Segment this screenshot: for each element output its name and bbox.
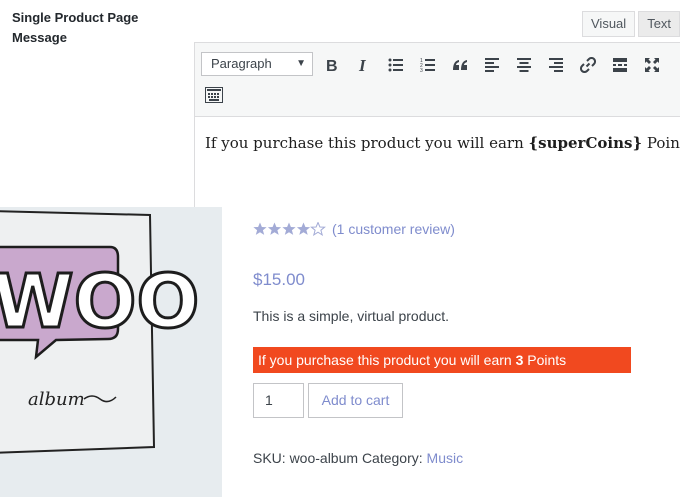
sku-label: SKU: woo-album [253,450,359,466]
earn-prefix: If you purchase this product you will ea… [258,352,516,368]
read-more-icon[interactable] [606,51,634,79]
rating-stars [253,222,327,236]
tab-visual[interactable]: Visual [582,11,636,37]
product-price: $15.00 [253,270,305,289]
format-select[interactable]: Paragraph ▼ [201,52,313,76]
earn-suffix: Points [523,352,567,368]
svg-text:B: B [326,58,338,73]
category-label: Category: [361,450,423,466]
toolbar-toggle-icon[interactable] [200,81,228,109]
product-meta: SKU: woo-album Category: Music [253,450,463,466]
link-icon[interactable] [574,51,602,79]
editor-toolbar: Paragraph ▼ B I 123 [195,43,680,117]
add-to-cart-button[interactable]: Add to cart [308,383,403,418]
quantity-input[interactable]: 1 [253,383,304,418]
editor-token: {superCoins} [528,134,643,152]
chevron-down-icon: ▼ [296,58,306,69]
align-center-icon[interactable] [510,51,538,79]
field-label: Single Product Page Message [12,10,139,45]
editor-tabs: Visual Text [582,11,680,37]
numbered-list-icon[interactable]: 123 [414,51,442,79]
product-image-logo-text: WOO [0,259,199,345]
svg-text:3: 3 [420,68,423,72]
product-image: WOO album [0,207,222,497]
italic-icon[interactable]: I [350,51,378,79]
category-link[interactable]: Music [427,450,464,466]
editor-text-prefix: If you purchase this product you will ea… [205,134,529,152]
customer-review-link[interactable]: (1 customer review) [332,221,455,237]
product-image-caption: album [28,389,85,410]
align-right-icon[interactable] [542,51,570,79]
rich-text-editor: Paragraph ▼ B I 123 If you purchase this… [194,42,680,212]
points-earn-notice: If you purchase this product you will ea… [253,347,631,373]
editor-content[interactable]: If you purchase this product you will ea… [195,131,680,155]
align-left-icon[interactable] [478,51,506,79]
tab-text[interactable]: Text [638,11,680,37]
fullscreen-icon[interactable] [638,51,666,79]
bulleted-list-icon[interactable] [382,51,410,79]
bold-icon[interactable]: B [318,51,346,79]
format-select-value: Paragraph [211,56,272,71]
svg-text:I: I [358,57,367,73]
blockquote-icon[interactable] [446,51,474,79]
editor-text-suffix: Points [646,134,680,152]
star-rating-icon [253,222,326,236]
product-description: This is a simple, virtual product. [253,308,450,324]
